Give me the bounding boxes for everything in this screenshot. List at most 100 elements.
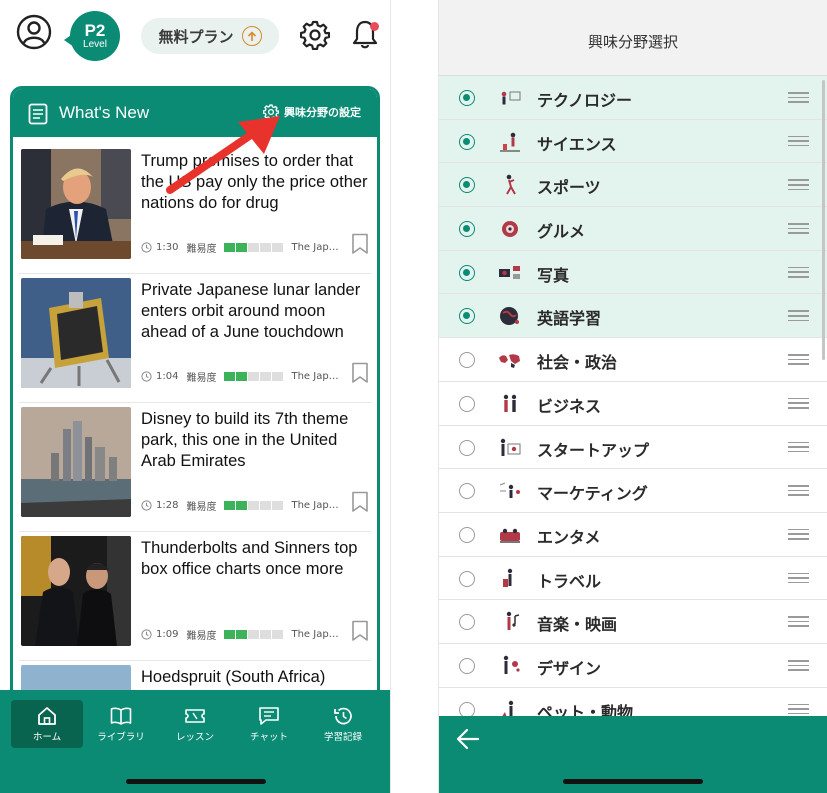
- news-thumbnail: [21, 536, 131, 646]
- category-row-design[interactable]: デザイン: [439, 643, 827, 688]
- category-row-photo[interactable]: 写真: [439, 250, 827, 295]
- science-icon: [500, 132, 520, 152]
- category-row-music-movie[interactable]: 音楽・映画: [439, 600, 827, 644]
- drag-handle-icon[interactable]: [788, 92, 809, 104]
- category-row-sports[interactable]: スポーツ: [439, 163, 827, 208]
- drag-handle-icon[interactable]: [788, 485, 809, 497]
- radio-button[interactable]: [459, 439, 475, 456]
- category-row-gourmet[interactable]: グルメ: [439, 207, 827, 251]
- category-label: スタートアップ: [537, 440, 650, 460]
- category-row-marketing[interactable]: マーケティング: [439, 469, 827, 513]
- bookmark-icon[interactable]: [351, 362, 369, 384]
- category-label: トラベル: [537, 571, 602, 591]
- category-label: サイエンス: [537, 134, 617, 154]
- category-row-english[interactable]: 英語学習: [439, 294, 827, 339]
- bottom-nav: ホーム ライブラリ レッスン チャット 学習記録: [0, 690, 390, 793]
- drag-handle-icon[interactable]: [788, 179, 809, 191]
- radio-button[interactable]: [459, 133, 475, 150]
- news-thumbnail: [21, 278, 131, 388]
- profile-icon[interactable]: [16, 14, 52, 50]
- gear-icon[interactable]: [300, 20, 330, 50]
- interest-selection-screen: 興味分野選択 テクノロジー サイエンス スポーツ グルメ 写真 英語学習 社会・…: [438, 0, 827, 793]
- category-row-technology[interactable]: テクノロジー: [439, 76, 827, 120]
- nav-library[interactable]: ライブラリ: [85, 700, 157, 748]
- nav-lesson[interactable]: レッスン: [159, 700, 231, 748]
- scrollbar[interactable]: [822, 80, 825, 360]
- drag-handle-icon[interactable]: [788, 397, 809, 410]
- home-indicator: [563, 779, 703, 784]
- radio-button[interactable]: [459, 177, 475, 194]
- upgrade-icon: [241, 26, 262, 46]
- sports-icon: [506, 175, 516, 195]
- category-row-business[interactable]: ビジネス: [439, 381, 827, 426]
- news-duration: 1:30: [156, 242, 179, 253]
- world-map-icon: [499, 354, 520, 369]
- bookmark-icon[interactable]: [351, 233, 369, 255]
- drag-handle-icon[interactable]: [788, 310, 809, 322]
- drag-handle-icon[interactable]: [788, 616, 809, 628]
- news-duration: 1:28: [156, 500, 179, 511]
- radio-button[interactable]: [459, 657, 475, 674]
- category-row-startup[interactable]: スタートアップ: [439, 425, 827, 470]
- level-value: P2: [84, 21, 106, 40]
- category-label: マーケティング: [537, 484, 648, 504]
- category-row-society[interactable]: 社会・政治: [439, 338, 827, 382]
- drag-handle-icon[interactable]: [788, 659, 809, 672]
- category-label: ビジネス: [537, 396, 602, 416]
- drag-handle-icon[interactable]: [788, 135, 809, 148]
- category-row-science[interactable]: サイエンス: [439, 119, 827, 164]
- radio-button[interactable]: [459, 90, 475, 106]
- notification-button[interactable]: [350, 18, 380, 50]
- drag-handle-icon[interactable]: [788, 266, 809, 279]
- notification-badge: [370, 22, 379, 31]
- clock-icon: [141, 500, 152, 511]
- home-screen: P2 Level 無料プラン What's New 興味分野の設定 Trump …: [0, 0, 391, 793]
- startup-icon: [500, 438, 521, 456]
- radio-button[interactable]: [459, 221, 475, 238]
- radio-button[interactable]: [459, 264, 475, 281]
- news-thumbnail: [21, 407, 131, 517]
- category-label: 音楽・映画: [537, 615, 618, 635]
- bookmark-icon[interactable]: [351, 491, 369, 513]
- difficulty-label: 難易度: [186, 502, 217, 513]
- drag-handle-icon[interactable]: [788, 441, 809, 454]
- radio-button[interactable]: [459, 352, 475, 369]
- category-list: テクノロジー サイエンス スポーツ グルメ 写真 英語学習 社会・政治 ビジネス…: [439, 76, 827, 732]
- top-bar: P2 Level 無料プラン: [0, 0, 390, 76]
- drag-handle-icon[interactable]: [788, 528, 809, 541]
- drag-handle-icon[interactable]: [788, 572, 809, 585]
- news-thumbnail: [21, 149, 131, 259]
- nav-home[interactable]: ホーム: [11, 700, 83, 748]
- globe-icon: [500, 307, 519, 326]
- drag-handle-icon[interactable]: [788, 223, 809, 235]
- annotation-arrow: [166, 116, 280, 194]
- category-row-travel[interactable]: トラベル: [439, 556, 827, 601]
- drag-handle-icon[interactable]: [788, 703, 809, 716]
- radio-button[interactable]: [459, 395, 475, 412]
- entertainment-icon: [500, 528, 520, 543]
- back-arrow-icon[interactable]: [455, 726, 481, 752]
- news-meta: 1:30 難易度 The Japan Times: [141, 240, 343, 255]
- news-item[interactable]: Thunderbolts and Sinners top box office …: [19, 532, 371, 661]
- clock-icon: [141, 242, 152, 253]
- travel-icon: [503, 568, 513, 587]
- nav-chat[interactable]: チャット: [233, 700, 305, 748]
- nav-history[interactable]: 学習記録: [307, 700, 379, 748]
- category-row-entertainment[interactable]: エンタメ: [439, 512, 827, 557]
- interest-settings-label: 興味分野の設定: [284, 106, 361, 119]
- plan-button[interactable]: 無料プラン: [141, 18, 279, 54]
- nav-chat-label: チャット: [250, 732, 288, 743]
- radio-button[interactable]: [459, 570, 475, 587]
- news-item[interactable]: Private Japanese lunar lander enters orb…: [19, 274, 371, 403]
- news-item[interactable]: Disney to build its 7th theme park, this…: [19, 403, 371, 532]
- difficulty-label: 難易度: [186, 244, 217, 255]
- drag-handle-icon[interactable]: [788, 354, 809, 366]
- radio-button[interactable]: [459, 308, 475, 325]
- radio-button[interactable]: [459, 526, 475, 543]
- design-icon: [503, 655, 520, 674]
- bookmark-icon[interactable]: [351, 620, 369, 642]
- level-badge[interactable]: P2 Level: [64, 11, 120, 61]
- radio-button[interactable]: [459, 614, 475, 631]
- radio-button[interactable]: [459, 483, 475, 500]
- news-meta: 1:09 難易度 The Japan Times: [141, 627, 343, 642]
